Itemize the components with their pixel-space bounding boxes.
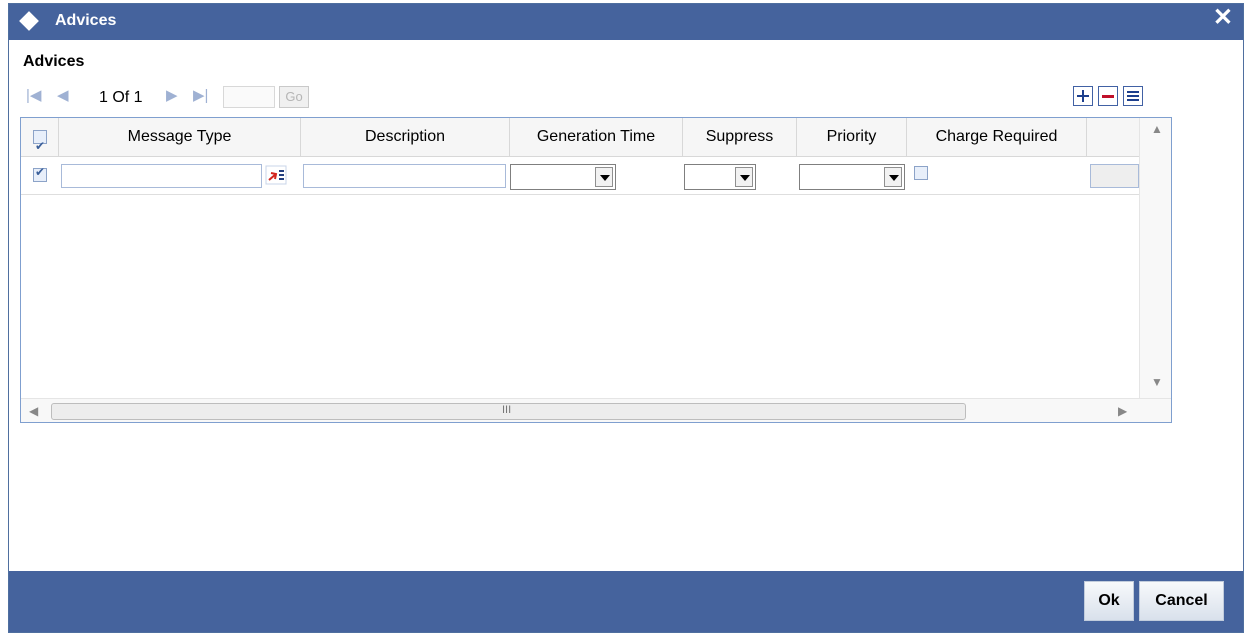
chevron-down-icon: [735, 167, 753, 187]
add-row-button[interactable]: [1073, 86, 1093, 106]
delete-row-button[interactable]: [1098, 86, 1118, 106]
last-page-icon[interactable]: ▶|: [193, 86, 208, 104]
section-title: Advices: [23, 53, 85, 70]
column-header-generation-time[interactable]: Generation Time: [510, 118, 683, 156]
title-bar: Advices ✕: [9, 4, 1243, 40]
pagination-bar: |◀ ◀ 1 Of 1 ▶ ▶| Go: [23, 82, 1175, 110]
scroll-right-icon[interactable]: ▶: [1118, 404, 1127, 418]
priority-select[interactable]: [799, 164, 905, 190]
next-column-input[interactable]: [1090, 164, 1139, 188]
scroll-left-icon[interactable]: ◀: [29, 404, 38, 418]
diamond-icon: [19, 11, 39, 31]
select-all-checkbox[interactable]: [33, 127, 47, 165]
go-button[interactable]: Go: [279, 86, 309, 108]
message-type-input[interactable]: [61, 164, 262, 188]
grid-header: Message Type Description Generation Time…: [21, 118, 1139, 165]
ok-button[interactable]: Ok: [1084, 581, 1134, 621]
table-row: [21, 156, 1139, 195]
vertical-scrollbar[interactable]: ▲ ▼: [1139, 118, 1171, 398]
horizontal-scrollbar[interactable]: ◀ III ▶: [21, 398, 1171, 422]
window-title: Advices: [55, 12, 117, 29]
charge-required-checkbox[interactable]: [914, 166, 928, 180]
generation-time-select[interactable]: [510, 164, 616, 190]
close-button[interactable]: ✕: [1213, 4, 1233, 32]
description-input[interactable]: [303, 164, 506, 188]
column-header-charge-required[interactable]: Charge Required: [907, 118, 1087, 156]
column-header-suppress[interactable]: Suppress: [683, 118, 797, 156]
dialog-footer: Ok Cancel: [9, 571, 1243, 632]
cancel-button[interactable]: Cancel: [1139, 581, 1224, 621]
first-page-icon[interactable]: |◀: [26, 86, 41, 104]
horizontal-scroll-thumb[interactable]: III: [51, 403, 966, 420]
row-select-checkbox[interactable]: [33, 165, 47, 182]
chevron-down-icon: [595, 167, 613, 187]
list-icon: [1127, 91, 1139, 93]
previous-page-icon[interactable]: ◀: [57, 86, 69, 104]
scroll-up-icon[interactable]: ▲: [1151, 122, 1163, 136]
view-list-button[interactable]: [1123, 86, 1143, 106]
column-header-priority[interactable]: Priority: [797, 118, 907, 156]
column-header-message-type[interactable]: Message Type: [59, 118, 301, 156]
page-number-input[interactable]: [223, 86, 275, 108]
advices-grid: Message Type Description Generation Time…: [20, 117, 1172, 423]
advices-dialog: Advices ✕ Advices |◀ ◀ 1 Of 1 ▶ ▶| Go Me…: [8, 3, 1244, 633]
next-page-icon[interactable]: ▶: [166, 86, 178, 104]
page-info: 1 Of 1: [99, 89, 143, 106]
chevron-down-icon: [884, 167, 902, 187]
scroll-thumb-grip: III: [502, 404, 512, 416]
scroll-down-icon[interactable]: ▼: [1151, 375, 1163, 389]
suppress-select[interactable]: [684, 164, 756, 190]
select-all-cell: [21, 118, 59, 165]
minus-icon: [1102, 95, 1114, 98]
column-header-description[interactable]: Description: [301, 118, 510, 156]
list-of-values-icon[interactable]: [265, 165, 287, 185]
